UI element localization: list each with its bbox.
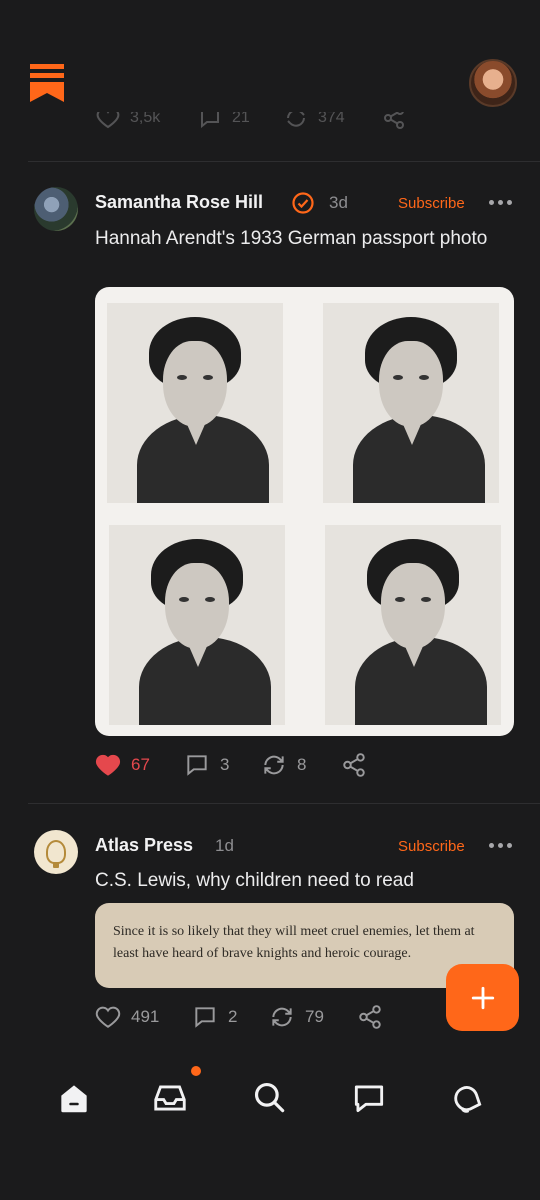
search-icon [254,1082,285,1113]
restack-icon[interactable] [284,112,308,130]
author-avatar[interactable] [34,830,78,874]
feed-divider [28,161,540,162]
like-button[interactable]: 67 [95,752,150,778]
home-icon [61,1085,87,1113]
passport-photo [107,303,283,503]
substack-logo-icon[interactable] [30,64,64,102]
author-name[interactable]: Samantha Rose Hill [95,192,263,213]
passport-photo [323,303,499,503]
share-icon [343,753,365,777]
inbox-icon [154,1085,186,1111]
activity-tab[interactable] [445,1076,489,1120]
like-count: 3,5k [130,112,161,126]
restack-icon [264,755,284,775]
like-count: 491 [131,1007,160,1026]
chat-icon [354,1085,384,1113]
bottom-nav [0,1060,540,1140]
share-button[interactable] [357,1004,383,1030]
previous-post-actions: 3,5k 21 374 [0,112,540,134]
restack-icon [272,1007,292,1027]
comment-count: 21 [232,112,250,126]
plus-icon [471,986,494,1009]
more-options-icon[interactable] [489,843,512,848]
passport-photo [109,525,285,725]
compose-button[interactable] [446,964,519,1031]
post-text: C.S. Lewis, why children need to read [95,870,414,891]
inbox-tab[interactable] [148,1076,192,1120]
like-button[interactable]: 491 [95,1004,159,1030]
search-tab[interactable] [248,1076,292,1120]
heart-icon[interactable] [96,112,120,130]
post-image[interactable] [95,287,514,736]
heart-icon [95,754,121,776]
comment-count: 3 [220,755,230,774]
notification-dot [191,1066,201,1076]
comment-icon [195,1007,215,1028]
post-text: Hannah Arendt's 1933 German passport pho… [95,228,488,249]
post-time: 3d [329,193,348,212]
restack-count: 8 [297,755,307,774]
verified-badge-icon [292,192,314,214]
restack-button[interactable]: 79 [269,1004,324,1030]
comment-count: 2 [228,1007,238,1026]
comment-button[interactable]: 3 [184,752,229,778]
home-tab[interactable] [52,1076,96,1120]
restack-button[interactable]: 8 [261,752,306,778]
author-name[interactable]: Atlas Press [95,835,193,856]
profile-avatar[interactable] [469,59,517,107]
subscribe-button[interactable]: Subscribe [398,195,465,212]
share-button[interactable] [341,752,367,778]
lightbulb-icon [46,840,66,868]
comment-icon [187,755,207,776]
passport-photo [325,525,501,725]
feed-divider [28,803,540,804]
activity-icon [454,1086,482,1113]
author-avatar[interactable] [34,187,78,231]
comment-button[interactable]: 2 [192,1004,237,1030]
heart-icon [95,1006,121,1028]
share-icon [359,1005,381,1029]
subscribe-button[interactable]: Subscribe [398,838,465,855]
chat-tab[interactable] [347,1076,391,1120]
more-options-icon[interactable] [489,200,512,205]
comment-icon[interactable] [198,112,222,130]
restack-count: 374 [318,112,345,126]
restack-count: 79 [305,1007,324,1026]
like-count: 67 [131,755,150,774]
share-icon[interactable] [382,112,406,130]
post-time: 1d [215,836,234,855]
